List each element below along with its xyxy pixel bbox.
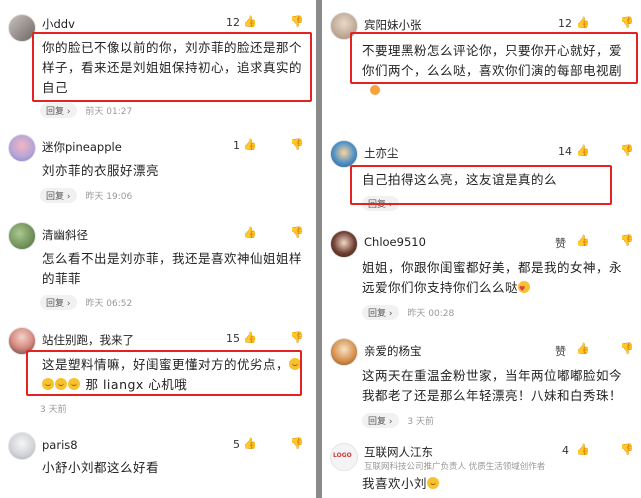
comment-meta: 回复 › 前天 01:27 — [40, 103, 132, 118]
thumbs-down-icon[interactable]: 👎 — [290, 15, 304, 28]
comment-time: 昨天 00:28 — [407, 309, 455, 319]
thumbs-up-icon[interactable]: 👍 — [576, 234, 590, 247]
like-count: 15 — [226, 332, 240, 345]
avatar[interactable] — [8, 432, 36, 460]
avatar[interactable] — [330, 338, 358, 366]
thumbs-down-icon[interactable]: 👎 — [620, 144, 634, 157]
username[interactable]: 迷你pineapple — [42, 139, 122, 155]
thumbs-down-icon[interactable]: 👎 — [290, 138, 304, 151]
username[interactable]: 清幽斜径 — [42, 227, 88, 243]
highlight-box — [350, 32, 638, 84]
reply-button[interactable]: 回复 › — [40, 295, 77, 310]
user-subtitle: 互联网科技公司推广负责人 优质生活领域创作者 — [364, 462, 546, 472]
thumbs-up-icon[interactable]: 👍 — [576, 16, 590, 29]
right-comment-panel: 宾阳妹小张 12 👍 👎 不要理黑粉怎么评论你，只要你开心就好，爱 你们两个，么… — [322, 0, 641, 498]
comment-text: 小舒小刘都这么好看 — [42, 460, 160, 475]
highlight-box — [32, 32, 312, 102]
comment-time: 3 天前 — [40, 405, 67, 415]
like-count: 14 — [558, 145, 572, 158]
reply-button[interactable]: 回复 › — [362, 413, 399, 428]
heart-eyes-emoji-icon — [518, 279, 531, 299]
comment-time: 前天 01:27 — [85, 107, 133, 117]
thumbs-up-icon[interactable]: 👍 — [243, 331, 257, 344]
username[interactable]: paris8 — [42, 438, 78, 452]
avatar[interactable] — [330, 230, 358, 258]
username[interactable]: 站住别跑，我来了 — [42, 332, 134, 348]
avatar[interactable]: LOGO — [330, 443, 358, 471]
thumbs-up-icon[interactable]: 👍 — [243, 15, 257, 28]
like-label: 赞 — [555, 345, 566, 358]
thumbs-down-icon[interactable]: 👎 — [620, 234, 634, 247]
username[interactable]: 小ddv — [42, 16, 75, 32]
thumbs-up-icon[interactable]: 👍 — [243, 226, 257, 239]
avatar[interactable] — [8, 222, 36, 250]
like-count: 12 — [226, 16, 240, 29]
username[interactable]: 宾阳妹小张 — [364, 17, 422, 33]
comment-text: 这两天在重温金粉世家，当年两位嘟嘟脸如今 我都老了还是那么年轻漂亮！八妹和白秀珠… — [362, 368, 623, 403]
thumbs-down-icon[interactable]: 👎 — [620, 443, 634, 456]
comment-meta: 回复 › 昨天 19:06 — [40, 188, 132, 203]
comment-meta: 3 天前 — [40, 402, 67, 415]
left-comment-panel: 小ddv 12 👍 👎 你的脸已不像以前的你，刘亦菲的脸还是那个 样子，看来还是… — [0, 0, 316, 498]
comment-time: 昨天 06:52 — [85, 299, 133, 309]
thumbs-up-icon[interactable]: 👍 — [576, 342, 590, 355]
thumbs-down-icon[interactable]: 👎 — [290, 437, 304, 450]
avatar-logo: LOGO — [333, 452, 352, 459]
avatar[interactable] — [8, 134, 36, 162]
username[interactable]: Chloe9510 — [364, 235, 426, 249]
thumbs-up-icon[interactable]: 👍 — [243, 138, 257, 151]
highlight-box — [350, 165, 612, 205]
username[interactable]: 土亦尘 — [364, 145, 399, 161]
comment-text: 姐姐，你跟你闺蜜都好美，都是我的女神，永 远爱你们你支持你们么么哒 — [362, 258, 622, 299]
like-count: 5 — [233, 438, 240, 451]
reply-button[interactable]: 回复 › — [362, 305, 399, 320]
thumbs-up-icon[interactable]: 👍 — [576, 443, 590, 456]
like-count: 1 — [233, 139, 240, 152]
comment-meta: 回复 › 昨天 00:28 — [362, 305, 454, 320]
comment-time: 3 天前 — [407, 417, 434, 427]
thumbs-down-icon[interactable]: 👎 — [290, 331, 304, 344]
comment-text: 我喜欢小刘 — [362, 474, 440, 494]
username[interactable]: 互联网人江东 — [364, 444, 433, 460]
thumbs-down-icon[interactable]: 👎 — [290, 226, 304, 239]
like-count: 4 — [562, 444, 569, 457]
fire-emoji-icon — [370, 85, 380, 95]
like-count: 12 — [558, 17, 572, 30]
like-label: 赞 — [555, 237, 566, 250]
comment-meta: 回复 › 3 天前 — [362, 413, 434, 428]
comment-text: 怎么看不出是刘亦菲，我还是喜欢神仙姐姐样 的菲菲 — [42, 251, 303, 286]
username[interactable]: 亲爱的杨宝 — [364, 343, 422, 359]
highlight-box — [26, 350, 302, 396]
comment-meta: 回复 › 昨天 06:52 — [40, 295, 132, 310]
thumbs-up-icon[interactable]: 👍 — [243, 437, 257, 450]
reply-button[interactable]: 回复 › — [40, 103, 77, 118]
thumbs-up-icon[interactable]: 👍 — [576, 144, 590, 157]
comment-text: 刘亦菲的衣服好漂亮 — [42, 163, 160, 178]
avatar[interactable] — [330, 140, 358, 168]
thumbs-down-icon[interactable]: 👎 — [620, 342, 634, 355]
thumbs-down-icon[interactable]: 👎 — [620, 16, 634, 29]
comment-time: 昨天 19:06 — [85, 192, 133, 202]
grin-emoji-icon — [427, 477, 440, 489]
reply-button[interactable]: 回复 › — [40, 188, 77, 203]
